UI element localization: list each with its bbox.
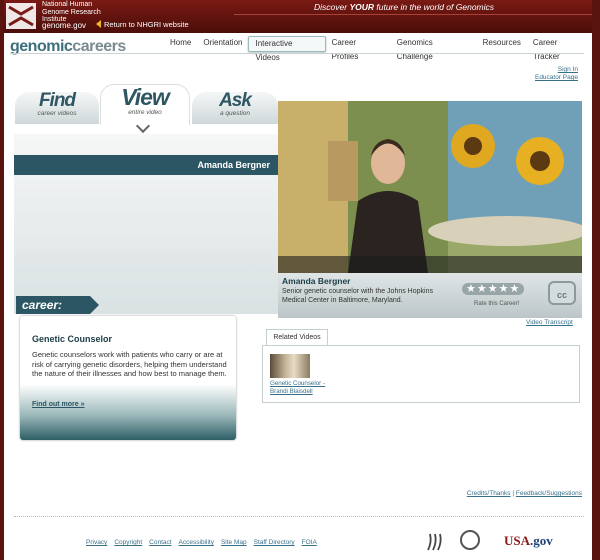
- arrow-left-icon: [96, 20, 101, 28]
- return-link[interactable]: Return to NHGRI website: [96, 20, 189, 29]
- page-frame: National Human Genome Research Institute…: [4, 0, 592, 560]
- nav-interactive-videos[interactable]: Interactive Videos: [248, 36, 326, 62]
- footer-contact[interactable]: Contact: [149, 539, 171, 546]
- nav-resources[interactable]: Resources: [477, 36, 527, 50]
- footer-privacy[interactable]: Privacy: [86, 539, 107, 546]
- tagline: Discover YOUR future in the world of Gen…: [314, 2, 495, 12]
- nav-home[interactable]: Home: [164, 36, 197, 50]
- tab-related-videos[interactable]: Related Videos: [266, 329, 328, 345]
- nhgri-logo-icon[interactable]: [6, 3, 36, 29]
- footer-links: Privacy Copyright Contact Accessibility …: [86, 539, 317, 546]
- feedback-link[interactable]: Feedback/Suggestions: [516, 490, 582, 497]
- usagov-logo[interactable]: USA.gov: [504, 533, 553, 549]
- tab-view-sub: entire video: [128, 109, 162, 116]
- nav-career-tracker[interactable]: Career Tracker: [527, 36, 592, 61]
- hhs-logo-icon[interactable]: [424, 532, 444, 552]
- video-caption-name: Amanda Bergner: [282, 276, 351, 286]
- tab-ask-sub: a question: [220, 110, 250, 117]
- footer-staff-directory[interactable]: Staff Directory: [254, 539, 295, 546]
- career-title: Genetic Counselor: [32, 334, 113, 344]
- sign-in-link[interactable]: Sign In: [535, 66, 578, 74]
- footer-foia[interactable]: FOIA: [302, 539, 317, 546]
- top-banner: National Human Genome Research Institute…: [4, 0, 592, 33]
- career-description: Genetic counselors work with patients wh…: [32, 350, 227, 378]
- site-name[interactable]: genome.gov: [42, 21, 86, 30]
- account-links: Sign In Educator Page: [535, 66, 578, 82]
- main-nav: Home Orientation Interactive Videos Care…: [164, 36, 592, 62]
- nih-seal-icon[interactable]: [460, 530, 480, 550]
- nav-career-profiles[interactable]: Career Profiles: [326, 36, 391, 61]
- related-video-thumbnail[interactable]: [270, 354, 310, 378]
- video-transcript-link[interactable]: Video Transcript: [526, 319, 573, 326]
- nav-orientation[interactable]: Orientation: [197, 36, 248, 50]
- footer-divider: [14, 516, 584, 517]
- return-link-label: Return to NHGRI website: [104, 20, 189, 29]
- video-description: Senior genetic counselor with the Johns …: [282, 288, 433, 304]
- closed-caption-button[interactable]: cc: [548, 281, 576, 305]
- tab-view[interactable]: View entire video: [100, 84, 190, 125]
- credits-link[interactable]: Credits/Thanks: [467, 490, 511, 497]
- credits-links: Credits/Thanks | Feedback/Suggestions: [466, 490, 582, 497]
- rating-stars[interactable]: ★★★★★: [462, 283, 525, 295]
- person-name-bar: Amanda Bergner: [14, 155, 288, 175]
- related-video-link[interactable]: Genetic Counselor - Brandi Blaisdell: [270, 380, 330, 396]
- educator-page-link[interactable]: Educator Page: [535, 74, 578, 82]
- footer-copyright[interactable]: Copyright: [114, 539, 142, 546]
- tab-find-title: Find: [38, 90, 76, 111]
- footer-accessibility[interactable]: Accessibility: [179, 539, 214, 546]
- tab-view-title: View: [121, 84, 170, 110]
- tab-ask-title: Ask: [219, 90, 252, 111]
- nav-genomics-challenge[interactable]: Genomics Challenge: [391, 36, 477, 61]
- find-out-more-link[interactable]: Find out more »: [32, 401, 85, 408]
- video-player[interactable]: [278, 101, 582, 273]
- career-tag: career:: [16, 296, 99, 314]
- footer-site-map[interactable]: Site Map: [221, 539, 247, 546]
- tab-ask[interactable]: Ask a question: [192, 90, 278, 124]
- banner-divider: [234, 14, 592, 15]
- rate-label: Rate this Career!: [474, 301, 520, 307]
- nav-divider: [10, 53, 584, 54]
- tab-find-sub: career videos: [37, 110, 77, 117]
- tab-find[interactable]: Find career videos: [15, 90, 99, 124]
